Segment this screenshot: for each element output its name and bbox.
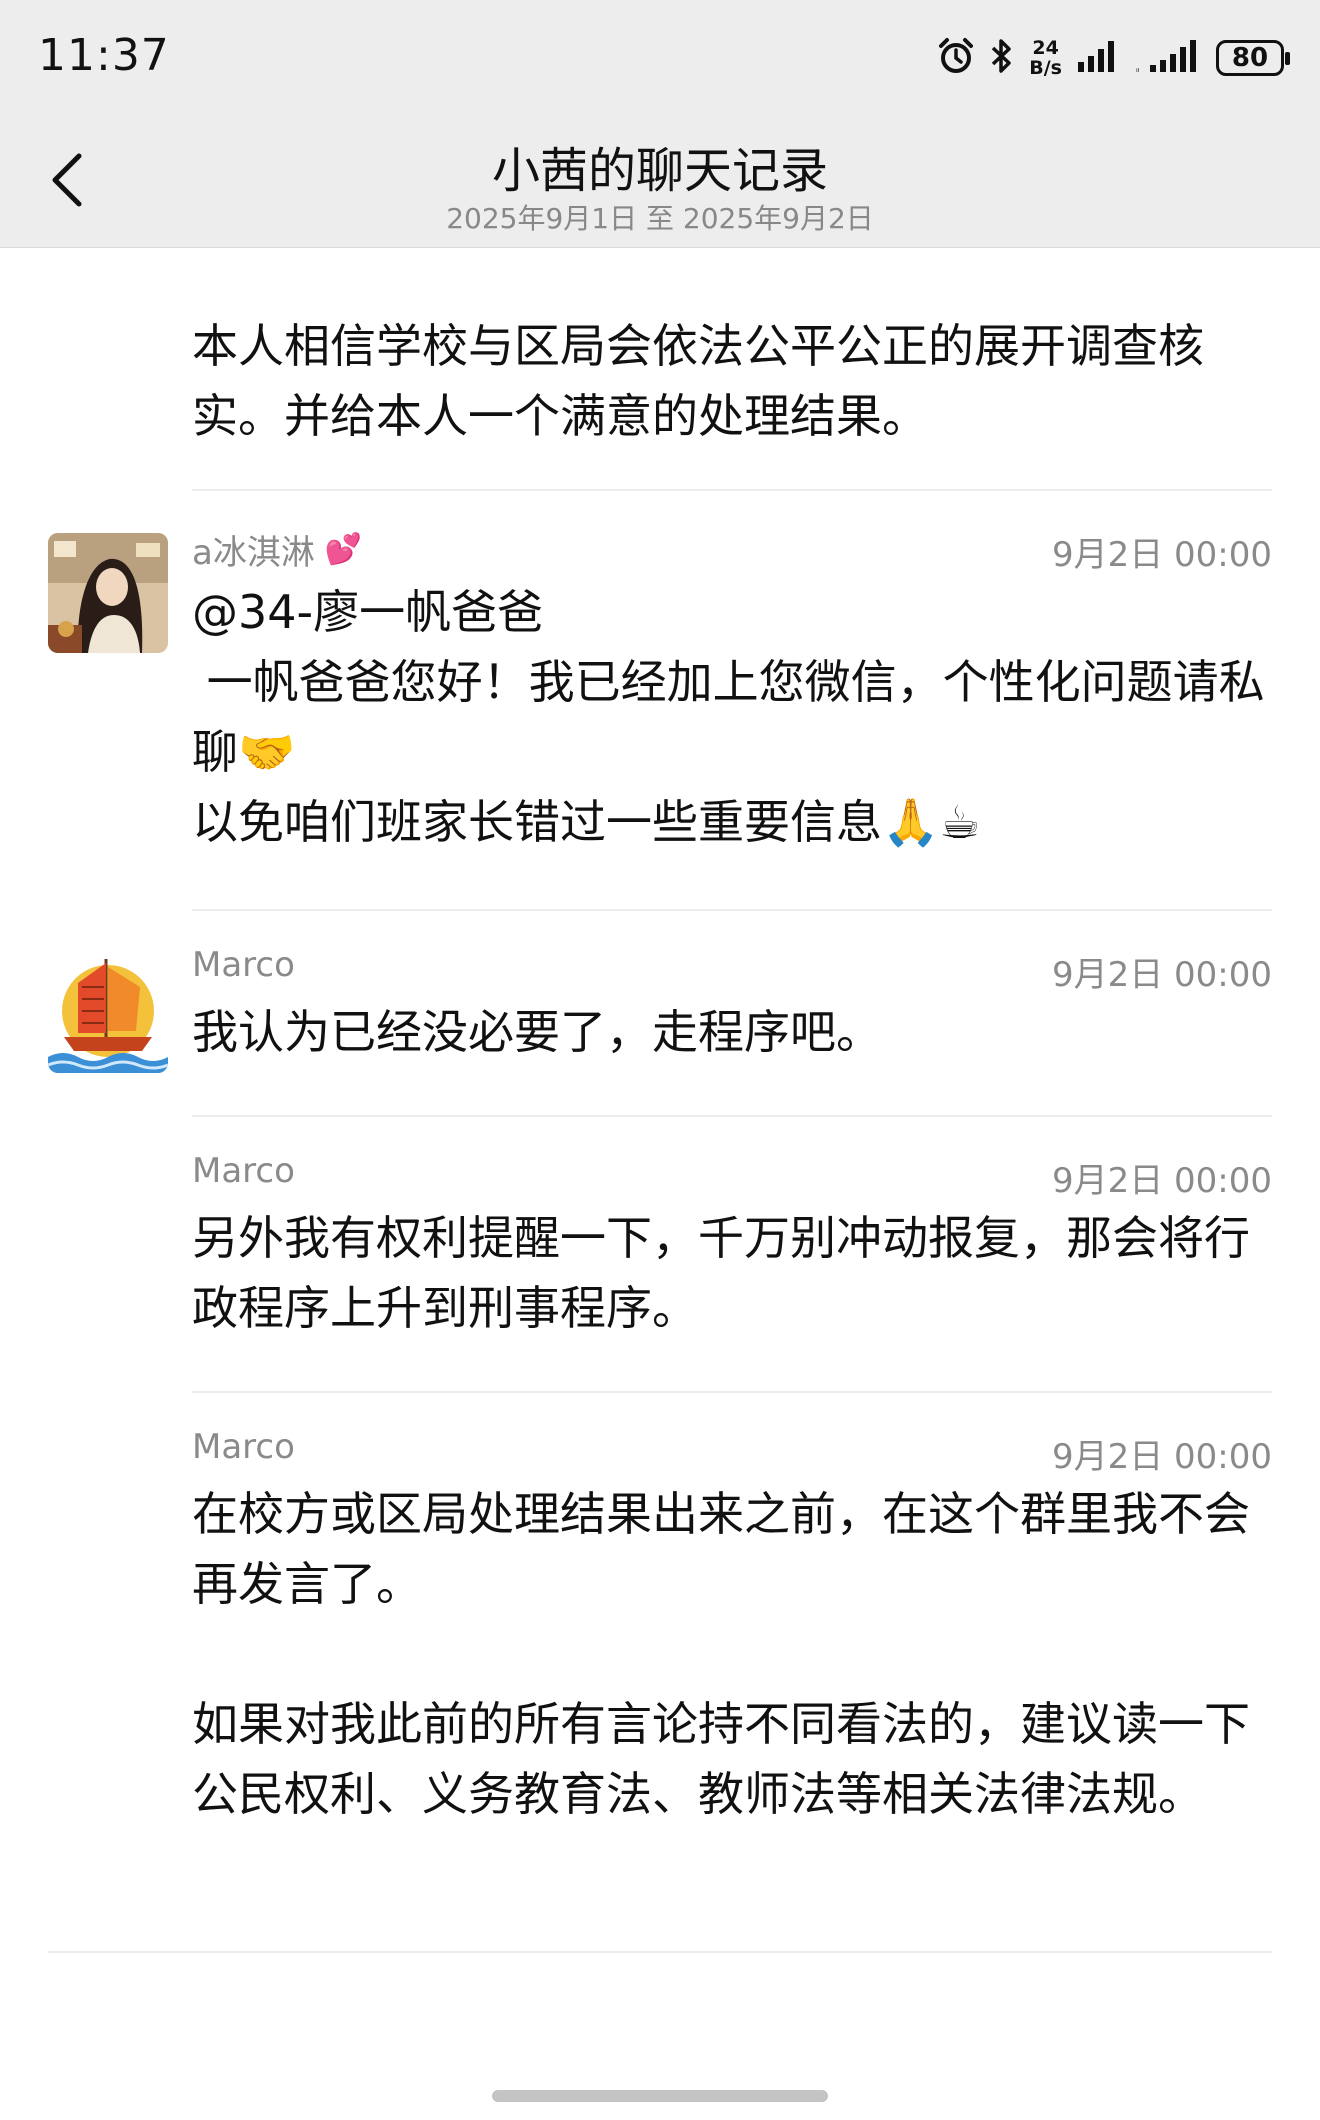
sparkling-hearts-icon: 💕 — [324, 532, 363, 567]
message-time: 9月2日 00:00 — [1051, 1437, 1272, 1477]
divider — [192, 1115, 1272, 1117]
sender-name: Marco — [192, 1427, 295, 1467]
page-title: 小茜的聊天记录 — [491, 143, 828, 199]
svg-text:ᵢₗ: ᵢₗ — [1136, 64, 1140, 74]
signal-icon — [1076, 38, 1122, 78]
sender-name: a冰淇淋 💕 — [192, 525, 362, 574]
battery-indicator: 80 — [1216, 40, 1290, 76]
chat-record-header: 小茜的聊天记录 2025年9月1日 至 2025年9月2日 — [0, 115, 1320, 248]
message-text: 我认为已经没必要了，走程序吧。 — [192, 1005, 882, 1059]
message-text: 在校方或区局处理结果出来之前，在这个群里我不会再发言了。 如果对我此前的所有言论… — [192, 1487, 1250, 1821]
divider — [192, 1391, 1272, 1393]
alarm-icon — [937, 37, 975, 79]
message-time: 9月2日 00:00 — [1051, 955, 1272, 995]
message-time: 9月2日 00:00 — [1051, 535, 1272, 575]
message-time: 9月2日 00:00 — [1051, 1161, 1272, 1201]
avatar[interactable] — [48, 533, 168, 653]
home-indicator[interactable] — [492, 2090, 828, 2102]
sender-name: Marco — [192, 945, 295, 985]
divider — [192, 489, 1272, 491]
message-text: 另外我有权利提醒一下，千万别冲动报复，那会将行政程序上升到刑事程序。 — [192, 1211, 1250, 1335]
bluetooth-icon — [989, 36, 1015, 80]
network-speed: 24 B/s — [1029, 37, 1062, 79]
avatar[interactable] — [48, 953, 168, 1073]
status-time: 11:37 — [38, 30, 170, 81]
status-bar: 11:37 24 B/s ᵢₗ 80 — [0, 0, 1320, 115]
sender-name: Marco — [192, 1151, 295, 1191]
sender-name-text: a冰淇淋 — [192, 533, 315, 573]
date-range: 2025年9月1日 至 2025年9月2日 — [446, 202, 874, 235]
message-text: @34-廖一帆爸爸 一帆爸爸您好！我已经加上您微信，个性化问题请私聊🤝 以免咱们… — [192, 585, 1265, 849]
divider — [48, 1951, 1272, 1953]
divider — [192, 909, 1272, 911]
signal-icon: ᵢₗ — [1136, 38, 1202, 78]
status-icons: 24 B/s ᵢₗ 80 — [937, 34, 1290, 82]
message-text: 本人相信学校与区局会依法公平公正的展开调查核实。并给本人一个满意的处理结果。 — [192, 319, 1204, 443]
